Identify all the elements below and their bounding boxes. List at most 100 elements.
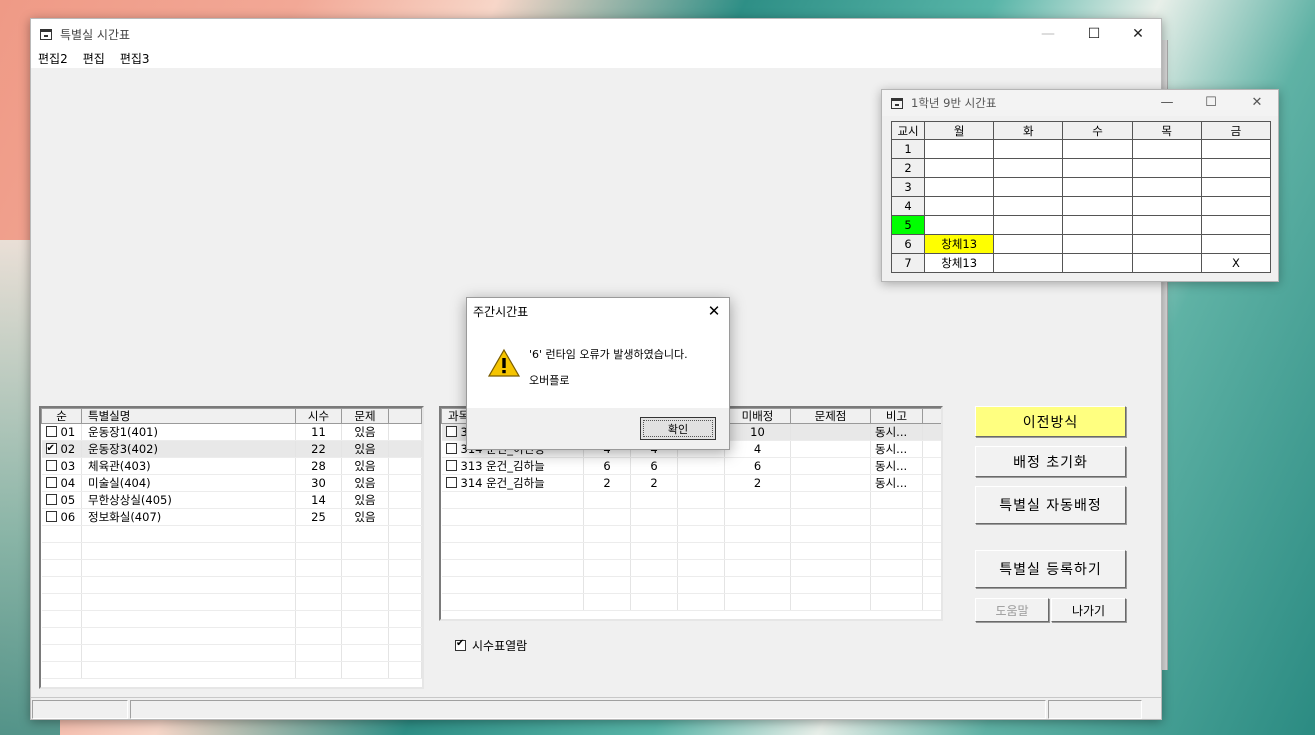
table-row[interactable] [41,627,422,645]
timetable-cell-thu[interactable] [1131,215,1202,235]
reset-assignment-button[interactable]: 배정 초기화 [975,446,1126,477]
timetable-cell-tue[interactable] [993,253,1064,273]
row-checkbox[interactable] [45,494,57,505]
table-row[interactable] [41,559,422,577]
timetable-cell-tue[interactable] [993,177,1064,197]
show-hours-checkbox[interactable]: 시수표열람 [455,637,527,654]
timetable-cell-wed[interactable] [1062,234,1133,254]
col-header-room-name[interactable]: 특별실명 [81,408,296,424]
row-checkbox[interactable] [445,477,457,488]
dialog-titlebar[interactable]: 주간시간표 [467,298,729,324]
timetable-cell-mon[interactable] [924,196,995,216]
row-checkbox[interactable] [45,477,57,488]
row-number-cell[interactable]: 02 [41,440,82,458]
table-row[interactable] [441,542,941,560]
table-row[interactable] [41,644,422,662]
rooms-list[interactable]: 순 특별실명 시수 문제 01운동장1(401)11있음02운동장3(402)2… [39,406,424,689]
main-titlebar[interactable]: 특별실 시간표 — ☐ ✕ [31,19,1161,49]
table-row[interactable]: 02운동장3(402)22있음 [41,440,422,458]
timetable-cell-tue[interactable] [993,196,1064,216]
timetable-cell-fri[interactable] [1200,234,1272,254]
table-row[interactable] [441,593,941,611]
row-checkbox[interactable] [45,441,57,457]
timetable-cell-thu[interactable] [1131,158,1202,178]
table-row[interactable] [441,491,941,509]
col-header-issue[interactable]: 문제 [341,408,389,424]
table-row[interactable]: 05 무한상상실(405) 14 있음 [41,491,422,509]
table-row[interactable] [441,576,941,594]
col-header-note[interactable]: 비고 [870,408,923,424]
table-row[interactable] [41,661,422,679]
table-row[interactable] [41,576,422,594]
row-checkbox[interactable] [445,460,457,471]
table-row[interactable]: 03 체육관(403) 28 있음 [41,457,422,475]
close-button[interactable]: ✕ [1115,19,1161,49]
table-row[interactable] [441,525,941,543]
timetable-cell-thu[interactable] [1131,177,1202,197]
table-row[interactable]: 06 정보화실(407) 25 있음 [41,508,422,526]
timetable-cell-fri[interactable]: X [1200,253,1272,273]
col-header-no[interactable]: 순 [41,408,82,424]
row-number-cell[interactable]: 05 [41,491,82,509]
row-number-cell[interactable]: 06 [41,508,82,526]
auto-assign-button[interactable]: 특별실 자동배정 [975,486,1126,524]
table-row[interactable] [441,559,941,577]
timetable-cell-mon[interactable] [924,215,995,235]
sub-minimize-button[interactable]: — [1144,90,1190,116]
table-row[interactable] [41,610,422,628]
table-row[interactable]: 313 운건_김하늘 6 6 6 동시... [441,457,941,475]
timetable-cell-mon[interactable]: 창체13 [924,234,995,254]
row-number-cell[interactable]: 01 [41,423,82,441]
timetable-cell-wed[interactable] [1062,196,1133,216]
sub-maximize-button[interactable]: ☐ [1188,90,1234,116]
col-header-hours[interactable]: 시수 [295,408,342,424]
menu-edit[interactable]: 편집 [83,50,105,67]
row-number-cell[interactable]: 04 [41,474,82,492]
table-row[interactable]: 01 운동장1(401) 11 있음 [41,423,422,441]
table-row[interactable] [41,593,422,611]
timetable-cell-fri[interactable] [1200,215,1272,235]
timetable-cell-mon[interactable] [924,158,995,178]
row-checkbox[interactable] [445,426,457,437]
timetable-cell-fri[interactable] [1200,139,1272,159]
menu-edit3[interactable]: 편집3 [120,50,150,67]
row-checkbox[interactable] [45,426,57,437]
timetable-cell-tue[interactable] [993,234,1064,254]
maximize-button[interactable]: ☐ [1071,19,1117,49]
table-row[interactable] [41,525,422,543]
col-header-problem[interactable]: 문제점 [790,408,871,424]
table-row[interactable]: 04 미술실(404) 30 있음 [41,474,422,492]
ok-button[interactable]: 확인 [640,417,716,440]
subject-cell[interactable]: 314 운건_김하늘 [441,474,584,492]
timetable-cell-wed[interactable] [1062,215,1133,235]
subject-cell[interactable]: 313 운건_김하늘 [441,457,584,475]
col-header-unassigned[interactable]: 미배정 [724,408,791,424]
row-checkbox[interactable] [45,511,57,522]
timetable-cell-fri[interactable] [1200,158,1272,178]
timetable-cell-wed[interactable] [1062,139,1133,159]
timetable-cell-wed[interactable] [1062,158,1133,178]
timetable-cell-tue[interactable] [993,139,1064,159]
timetable-cell-wed[interactable] [1062,177,1133,197]
timetable-cell-wed[interactable] [1062,253,1133,273]
row-checkbox[interactable] [45,460,57,471]
timetable-cell-thu[interactable] [1131,253,1202,273]
row-checkbox[interactable] [445,443,457,454]
menu-edit2[interactable]: 편집2 [38,50,68,67]
timetable-cell-fri[interactable] [1200,196,1272,216]
timetable-cell-tue[interactable] [993,158,1064,178]
minimize-button[interactable]: — [1025,19,1071,49]
dialog-close-button[interactable]: ✕ [699,298,729,324]
sub-close-button[interactable]: ✕ [1234,90,1280,116]
row-number-cell[interactable]: 03 [41,457,82,475]
timetable-cell-thu[interactable] [1131,234,1202,254]
prev-method-button[interactable]: 이전방식 [975,406,1126,437]
timetable-cell-thu[interactable] [1131,196,1202,216]
exit-button[interactable]: 나가기 [1051,598,1126,622]
timetable-cell-mon[interactable]: 창체13 [924,253,995,273]
timetable-cell-fri[interactable] [1200,177,1272,197]
table-row[interactable]: 314 운건_김하늘 2 2 2 동시... [441,474,941,492]
help-button[interactable]: 도움말 [975,598,1049,622]
register-room-button[interactable]: 특별실 등록하기 [975,550,1126,588]
class-timetable-titlebar[interactable]: 1학년 9반 시간표 — ☐ ✕ [882,90,1278,116]
